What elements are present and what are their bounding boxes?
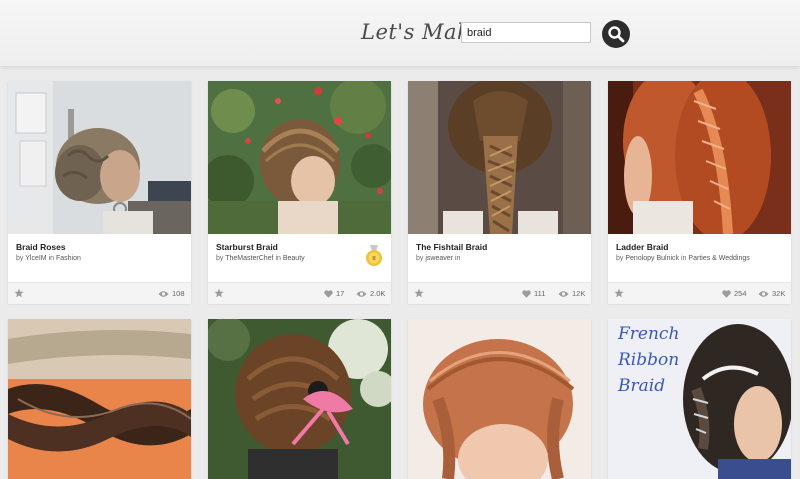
project-thumbnail[interactable]	[8, 319, 191, 479]
project-thumbnail[interactable]	[208, 81, 391, 234]
project-title[interactable]: Ladder Braid	[616, 242, 668, 252]
channel-link[interactable]: Beauty	[283, 255, 305, 262]
likes-stat: 17	[324, 289, 344, 298]
search-input[interactable]	[461, 22, 591, 43]
project-card[interactable]	[8, 319, 191, 479]
by-label: by	[16, 255, 24, 262]
eye-icon	[758, 291, 769, 297]
views-stat: 12K	[558, 289, 585, 298]
star-icon[interactable]	[214, 288, 224, 298]
project-byline: by Penolopy Bulnick in Parties & Wedding…	[616, 255, 750, 262]
card-footer: 111 12K	[408, 282, 591, 304]
eye-icon	[158, 291, 169, 297]
project-byline: by jsweaver in	[416, 255, 460, 262]
views-count: 32K	[772, 289, 786, 298]
project-card[interactable]: Starburst Braid by TheMasterChef in Beau…	[208, 81, 391, 304]
project-card[interactable]: The Fishtail Braid by jsweaver in 111 12…	[408, 81, 591, 304]
likes-count: 254	[734, 289, 747, 298]
in-label: in	[454, 255, 461, 262]
top-header: Let's Make	[0, 0, 800, 67]
project-card[interactable]	[208, 319, 391, 479]
views-stat: 108	[158, 289, 185, 298]
likes-count: 111	[534, 289, 546, 298]
channel-link[interactable]: Parties & Weddings	[688, 255, 749, 262]
project-thumbnail[interactable]	[408, 319, 591, 479]
heart-icon	[522, 290, 531, 298]
project-title[interactable]: Braid Roses	[16, 242, 66, 252]
views-stat: 32K	[758, 289, 785, 298]
project-thumbnail[interactable]	[608, 81, 791, 234]
project-thumbnail[interactable]	[8, 81, 191, 234]
in-label: in	[48, 255, 55, 262]
in-label: in	[275, 255, 281, 262]
project-byline: by YlceIM in Fashion	[16, 255, 81, 262]
image-caption-line: French	[617, 324, 679, 344]
author-link[interactable]: Penolopy Bulnick	[625, 255, 679, 262]
card-footer: 254 32K	[608, 282, 791, 304]
heart-icon	[324, 290, 333, 298]
project-thumbnail[interactable]	[208, 319, 391, 479]
project-card[interactable]: Braid Roses by YlceIM in Fashion 108	[8, 81, 191, 304]
star-icon[interactable]	[414, 288, 424, 298]
views-count: 108	[172, 289, 185, 298]
star-icon[interactable]	[614, 288, 624, 298]
likes-stat: 111	[522, 289, 545, 298]
card-footer: 17 2.0K	[208, 282, 391, 304]
heart-icon	[722, 290, 731, 298]
by-label: by	[416, 255, 424, 262]
image-caption-line: Ribbon	[617, 350, 679, 370]
likes-count: 17	[336, 289, 345, 298]
star-icon[interactable]	[14, 288, 24, 298]
project-card[interactable]: Ladder Braid by Penolopy Bulnick in Part…	[608, 81, 791, 304]
by-label: by	[216, 255, 224, 262]
project-title[interactable]: Starburst Braid	[216, 242, 278, 252]
magnifier-icon	[608, 26, 625, 43]
eye-icon	[558, 291, 569, 297]
author-link[interactable]: jsweaver	[425, 255, 453, 262]
project-thumbnail[interactable]: French Ribbon Braid	[608, 319, 791, 479]
project-card[interactable]: French Ribbon Braid	[608, 319, 791, 479]
author-link[interactable]: YlceIM	[25, 255, 46, 262]
likes-stat: 254	[722, 289, 747, 298]
views-count: 2.0K	[370, 289, 386, 298]
card-footer: 108	[8, 282, 191, 304]
views-stat: 2.0K	[356, 289, 385, 298]
in-label: in	[681, 255, 687, 262]
views-count: 12K	[572, 289, 586, 298]
eye-icon	[356, 291, 367, 297]
by-label: by	[616, 255, 624, 262]
author-link[interactable]: TheMasterChef	[225, 255, 273, 262]
featured-medal-icon	[366, 245, 382, 266]
image-caption-line: Braid	[617, 376, 665, 396]
search-button[interactable]	[602, 20, 630, 48]
project-byline: by TheMasterChef in Beauty	[216, 255, 305, 262]
project-title[interactable]: The Fishtail Braid	[416, 242, 487, 252]
project-card[interactable]	[408, 319, 591, 479]
channel-link[interactable]: Fashion	[56, 255, 81, 262]
project-thumbnail[interactable]	[408, 81, 591, 234]
